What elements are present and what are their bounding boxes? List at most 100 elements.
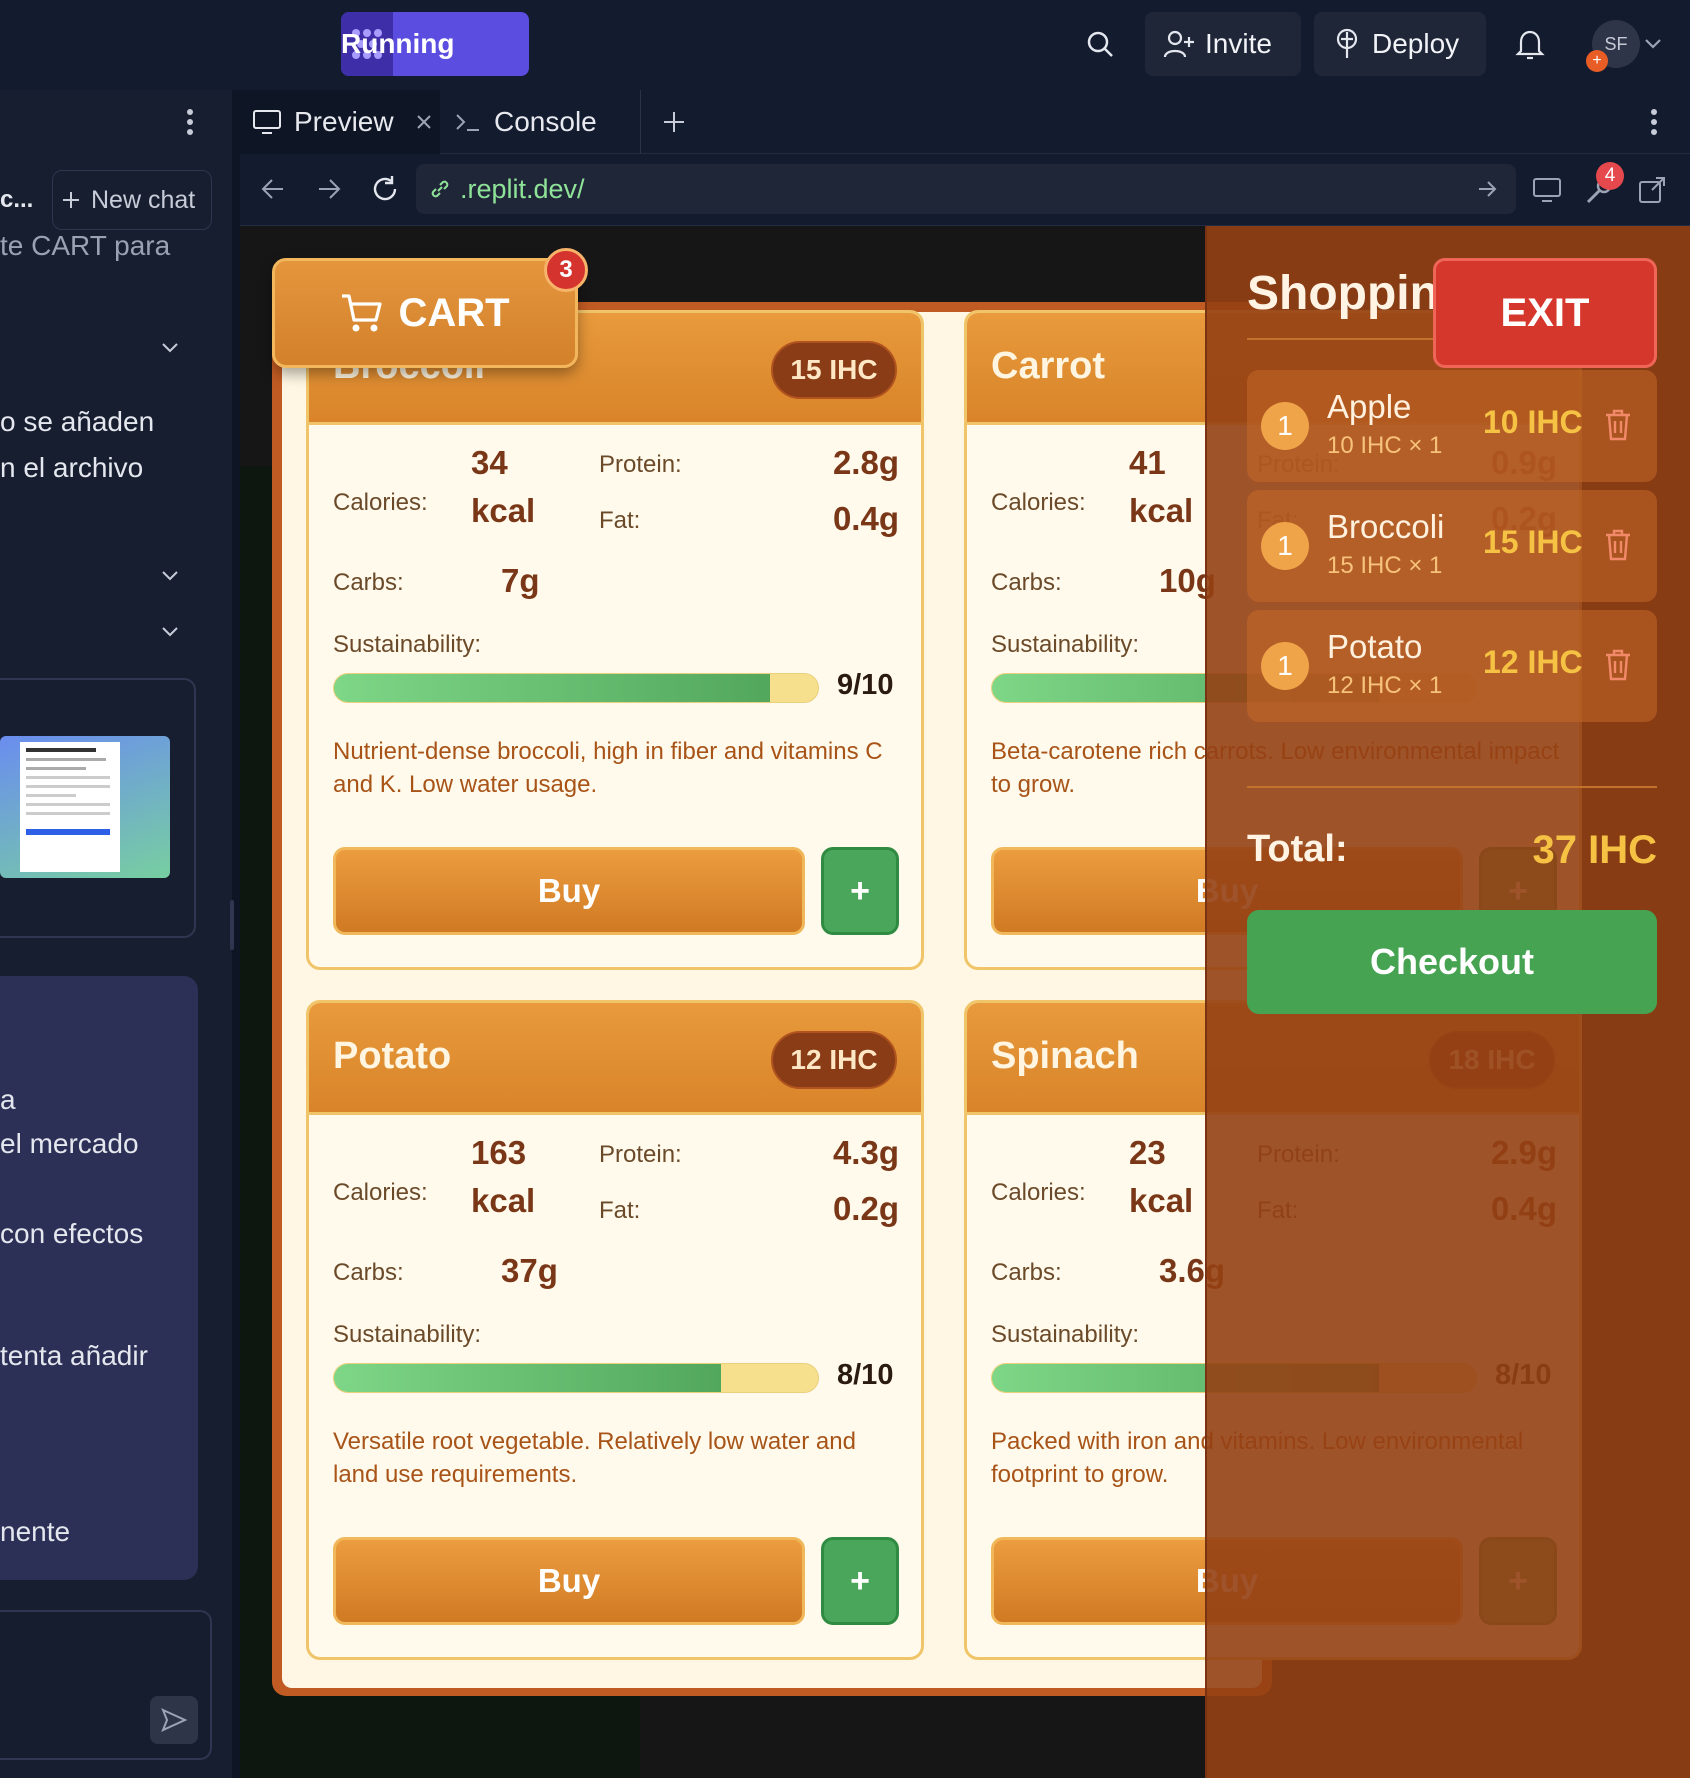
calories-label: Calories: — [991, 1179, 1086, 1206]
close-icon[interactable] — [416, 114, 432, 130]
chat-line: con efectos — [0, 1218, 144, 1249]
new-chat-button[interactable]: New chat — [52, 170, 212, 230]
cart-count-badge: 3 — [544, 248, 588, 292]
chat-line: te CART para — [0, 230, 171, 261]
total-value: 37 IHC — [1532, 828, 1658, 872]
cart-item: 1 Apple 10 IHC × 1 10 IHC — [1247, 370, 1657, 482]
search-icon[interactable] — [1078, 22, 1122, 66]
trash-icon[interactable] — [1603, 408, 1633, 442]
divider — [1247, 786, 1657, 788]
carbs-label: Carbs: — [991, 569, 1062, 596]
reload-icon[interactable] — [370, 174, 400, 209]
workspace-tab-bar: Preview Console — [240, 90, 1690, 154]
more-options-icon[interactable] — [186, 108, 194, 141]
avatar-initials: SF — [1604, 33, 1628, 54]
product-name: Spinach — [991, 1035, 1139, 1077]
product-description: Nutrient-dense broccoli, high in fiber a… — [333, 738, 883, 798]
add-to-cart-button[interactable]: + — [821, 847, 899, 935]
add-to-cart-button[interactable]: + — [821, 1537, 899, 1625]
terminal-icon — [456, 114, 479, 131]
product-card: Potato 12 IHC Calories: 163 kcal Protein: 4.3g… — [306, 1000, 924, 1660]
go-arrow-icon[interactable] — [1476, 178, 1498, 200]
fat-label: Fat: — [599, 507, 641, 534]
price-badge: 12 IHC — [771, 1031, 897, 1089]
carbs-label: Carbs: — [333, 1259, 404, 1286]
sustainability-bar — [333, 673, 819, 703]
invite-button[interactable]: Invite — [1145, 12, 1301, 76]
product-description: Versatile root vegetable. Relatively low… — [333, 1428, 856, 1488]
bell-icon[interactable] — [1508, 22, 1552, 66]
tab-divider — [640, 90, 641, 154]
cart-item: 1 Broccoli 15 IHC × 1 15 IHC — [1247, 490, 1657, 602]
chat-line: el mercado — [0, 1128, 139, 1159]
deploy-icon — [1336, 28, 1358, 58]
sustainability-score: 8/10 — [837, 1359, 894, 1391]
forward-arrow-icon[interactable] — [316, 176, 342, 207]
new-tab-plus-icon[interactable] — [662, 110, 686, 139]
sustainability-bar-fill — [334, 674, 770, 702]
carbs-value: 37g — [501, 1252, 558, 1289]
run-button[interactable]: Running — [341, 12, 529, 76]
product-name: Carrot — [991, 345, 1106, 387]
tab-console-label: Console — [494, 106, 597, 137]
item-name: Potato — [1327, 628, 1423, 665]
tab-preview-label: Preview — [294, 106, 394, 137]
deploy-button[interactable]: Deploy — [1314, 12, 1486, 76]
item-name: Apple — [1327, 388, 1412, 425]
trash-icon[interactable] — [1603, 648, 1633, 682]
url-input[interactable]: .replit.dev/ — [416, 164, 1516, 214]
item-quantity: 1 — [1261, 522, 1309, 570]
chat-line: nente — [0, 1516, 71, 1547]
checkout-button[interactable]: Checkout — [1247, 910, 1657, 1014]
chevron-down-icon[interactable] — [160, 622, 180, 642]
calories-label: Calories: — [991, 489, 1086, 516]
carbs-value: 7g — [501, 562, 540, 599]
item-total-price: 12 IHC — [1483, 644, 1583, 680]
sustainability-score: 9/10 — [837, 669, 894, 701]
calories-unit: kcal — [1129, 492, 1194, 529]
fat-label: Fat: — [599, 1197, 641, 1224]
panel-resize-handle[interactable] — [230, 900, 234, 950]
sustainability-label: Sustainability: — [333, 631, 482, 658]
chevron-down-icon[interactable] — [160, 338, 180, 358]
item-total-price: 15 IHC — [1483, 524, 1583, 560]
product-card: Broccoli15 IHCCalories:34kcalProtein:2.8… — [306, 310, 924, 970]
item-quantity: 1 — [1261, 642, 1309, 690]
link-icon — [431, 180, 449, 198]
tab-preview[interactable]: Preview — [240, 90, 440, 154]
protein-value: 4.3g — [832, 1134, 899, 1171]
sustainability-label: Sustainability: — [991, 631, 1140, 658]
chat-line: tenta añadir — [0, 1340, 148, 1371]
item-unit-price: 12 IHC × 1 — [1327, 672, 1443, 699]
buy-button[interactable]: Buy — [333, 847, 805, 935]
chat-header-title: c... — [0, 186, 34, 213]
chat-line: o se añaden — [0, 406, 155, 437]
fat-value: 0.2g — [832, 1190, 899, 1227]
more-options-icon[interactable] — [1650, 108, 1658, 141]
exit-button[interactable]: EXIT — [1433, 258, 1657, 368]
total-label: Total: — [1247, 828, 1348, 870]
calories-value: 23 — [1129, 1134, 1166, 1171]
open-external-icon[interactable] — [1638, 176, 1666, 209]
protein-label: Protein: — [599, 1141, 682, 1168]
item-unit-price: 15 IHC × 1 — [1327, 552, 1443, 579]
calories-label: Calories: — [333, 1179, 428, 1206]
send-button[interactable] — [150, 1696, 198, 1744]
thumbnail-page — [20, 742, 120, 872]
calories-unit: kcal — [471, 1182, 536, 1219]
back-arrow-icon[interactable] — [260, 176, 286, 207]
trash-icon[interactable] — [1603, 528, 1633, 562]
item-name: Broccoli — [1327, 508, 1445, 545]
chat-line: a — [0, 1084, 16, 1115]
chevron-down-icon[interactable] — [160, 566, 180, 586]
cart-button[interactable]: CART — [272, 258, 578, 368]
monitor-icon — [253, 110, 281, 134]
screenshot-thumbnail[interactable] — [0, 736, 170, 878]
sustainability-label: Sustainability: — [333, 1321, 482, 1348]
tab-console[interactable]: Console — [454, 90, 624, 154]
device-preview-icon[interactable] — [1532, 176, 1562, 209]
buy-button[interactable]: Buy — [333, 1537, 805, 1625]
cart-icon — [342, 294, 383, 332]
chevron-down-icon[interactable] — [1638, 22, 1668, 66]
calories-unit: kcal — [471, 492, 536, 529]
